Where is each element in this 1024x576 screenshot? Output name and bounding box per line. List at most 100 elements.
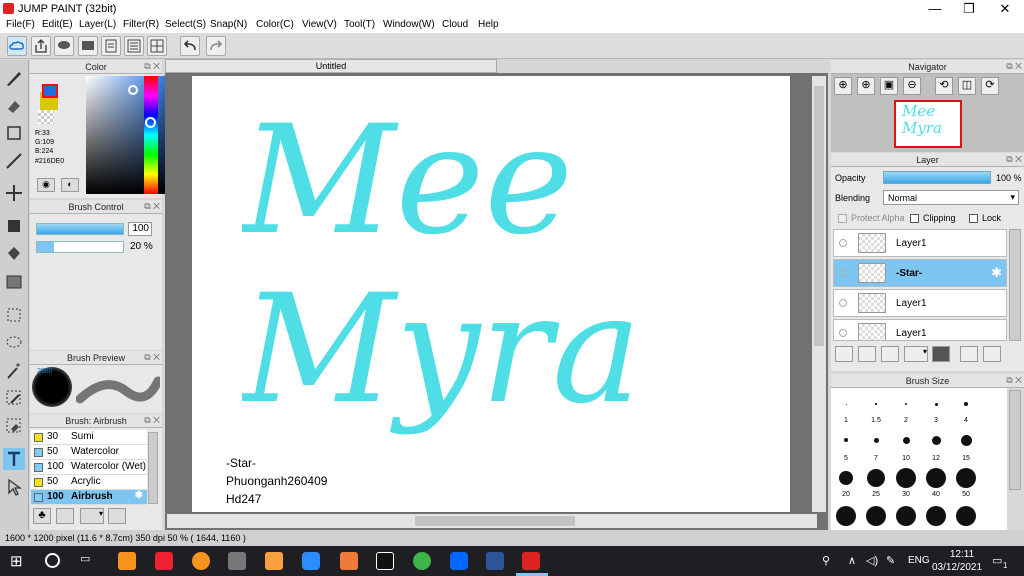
brush-item-selected[interactable]: 100 Airbrush ✱ — [31, 490, 147, 505]
brush-size-dot[interactable] — [964, 402, 968, 406]
minimize-button[interactable]: — — [918, 0, 952, 18]
menu-cloud[interactable]: Cloud — [442, 19, 468, 30]
brush-size-value[interactable]: 100 — [128, 222, 152, 236]
menu-snap[interactable]: Snap(N) — [210, 19, 247, 30]
brush-item[interactable]: 100 Watercolor (Wet) — [31, 460, 147, 475]
new-brush-icon[interactable] — [56, 508, 74, 524]
brush-item[interactable]: 50 Acrylic — [31, 475, 147, 490]
transparent-swatch[interactable] — [38, 110, 54, 124]
brush-size-dot[interactable] — [926, 506, 946, 526]
palette-icon[interactable]: ◉ — [37, 178, 55, 192]
browser-icon[interactable] — [413, 552, 431, 570]
opacity-slider[interactable] — [883, 171, 991, 184]
brush-size-dot[interactable] — [845, 403, 847, 405]
brush-size-dot[interactable] — [844, 438, 848, 442]
brush-size-dot[interactable] — [931, 435, 941, 445]
rotate-left-icon[interactable]: ⟲ — [935, 77, 953, 95]
menu-select[interactable]: Select(S) — [165, 19, 206, 30]
fit-icon[interactable]: ▣ — [880, 77, 898, 95]
windows-start-icon[interactable]: ⊞ — [10, 552, 28, 570]
clock-time[interactable]: 12:11 — [946, 549, 978, 560]
layer-row[interactable]: Layer1 — [833, 229, 1007, 257]
gradient-tool-icon[interactable] — [3, 271, 25, 293]
line-tool-icon[interactable] — [3, 150, 25, 172]
layer-scrollbar[interactable] — [1009, 229, 1021, 341]
brush-size-dot[interactable] — [896, 506, 916, 526]
operation-tool-icon[interactable] — [3, 476, 25, 498]
app-icon[interactable] — [192, 552, 210, 570]
panel-close-icon[interactable]: ⧉ ✕ — [144, 416, 160, 425]
color-picker-cursor[interactable] — [128, 85, 138, 95]
brush-size-dot[interactable] — [875, 403, 877, 405]
capcut-icon[interactable] — [376, 552, 394, 570]
search-icon[interactable] — [45, 553, 60, 568]
brush-size-dot[interactable] — [956, 468, 976, 488]
new-layer-icon[interactable] — [835, 346, 853, 362]
clipping-checkbox[interactable] — [910, 214, 919, 223]
panel-close-icon[interactable]: ⧉ ✕ — [1006, 62, 1022, 71]
brush-size-dot[interactable] — [956, 506, 976, 526]
document-icon[interactable] — [101, 36, 121, 56]
brush-copy-icon[interactable] — [108, 508, 126, 524]
brush-size-dot[interactable] — [836, 506, 856, 526]
merge-layer-icon[interactable] — [960, 346, 978, 362]
brush-size-dot[interactable] — [934, 402, 938, 406]
redo-icon[interactable] — [206, 36, 226, 56]
app-icon[interactable] — [228, 552, 246, 570]
brush-size-dot[interactable] — [839, 471, 853, 485]
horizontal-scroll-thumb[interactable] — [415, 516, 575, 526]
app-icon[interactable] — [155, 552, 173, 570]
horizontal-scrollbar[interactable] — [167, 514, 817, 528]
brush-size-dot[interactable] — [905, 403, 907, 405]
zoom-app-icon[interactable] — [302, 552, 320, 570]
list-icon[interactable] — [124, 36, 144, 56]
folder-icon[interactable] — [932, 346, 950, 362]
people-icon[interactable]: ⚲ — [822, 554, 830, 567]
brush-density-slider[interactable] — [36, 241, 124, 253]
brush-tree-icon[interactable]: ♣ — [33, 508, 51, 524]
app-icon[interactable] — [340, 552, 358, 570]
chevron-up-icon[interactable]: ∧ — [848, 554, 856, 567]
brush-size-slider[interactable] — [36, 223, 124, 235]
app-icon[interactable] — [265, 552, 283, 570]
brush-add-dropdown-icon[interactable]: ▾ — [80, 508, 104, 524]
panel-close-icon[interactable]: ⧉ ✕ — [144, 62, 160, 71]
zalo-icon[interactable] — [450, 552, 468, 570]
vlc-icon[interactable] — [118, 552, 136, 570]
brush-list-scrollbar[interactable] — [148, 432, 158, 504]
layer-row-selected[interactable]: -Star- ✱ — [833, 259, 1007, 287]
menu-filter[interactable]: Filter(R) — [123, 19, 159, 30]
layer-row[interactable]: Layer1 — [833, 319, 1007, 341]
layer-options-icon[interactable] — [983, 346, 1001, 362]
vertical-scroll-thumb[interactable] — [814, 86, 824, 346]
new-layer-folder-icon[interactable] — [858, 346, 876, 362]
jump-paint-icon[interactable] — [522, 552, 540, 570]
fill-rect-tool-icon[interactable] — [3, 215, 25, 237]
copy-layer-icon[interactable] — [881, 346, 899, 362]
task-view-icon[interactable]: ▭ — [80, 552, 98, 570]
grid-icon[interactable] — [147, 36, 167, 56]
brush-size-dot[interactable] — [873, 437, 879, 443]
layer-visibility-icon[interactable] — [839, 329, 847, 337]
word-icon[interactable] — [486, 552, 504, 570]
brush-size-dot[interactable] — [926, 468, 946, 488]
menu-view[interactable]: View(V) — [302, 19, 337, 30]
hue-cursor[interactable] — [145, 117, 156, 128]
select-pen-tool-icon[interactable] — [3, 387, 25, 409]
brush-size-scrollbar[interactable] — [1009, 390, 1021, 490]
canvas-paper[interactable]: Mee Myra -Star- Phuonganh260409 Hd247 — [192, 76, 790, 512]
panel-close-icon[interactable]: ⧉ ✕ — [144, 202, 160, 211]
menu-help[interactable]: Help — [478, 19, 499, 30]
brush-item[interactable]: 50 Watercolor — [31, 445, 147, 460]
maximize-button[interactable]: ❐ — [952, 0, 986, 18]
comment-icon[interactable] — [54, 36, 74, 56]
brush-size-dot[interactable] — [867, 469, 885, 487]
primary-color-swatch[interactable] — [42, 84, 58, 98]
brush-size-dot[interactable] — [866, 506, 886, 526]
vertical-scrollbar[interactable] — [812, 76, 826, 512]
zoom-plus-icon[interactable]: ⊕ — [857, 77, 875, 95]
layer-visibility-icon[interactable] — [839, 239, 847, 247]
brush-size-dot[interactable] — [902, 436, 910, 444]
hue-slider[interactable] — [144, 76, 158, 194]
menu-tool[interactable]: Tool(T) — [344, 19, 375, 30]
